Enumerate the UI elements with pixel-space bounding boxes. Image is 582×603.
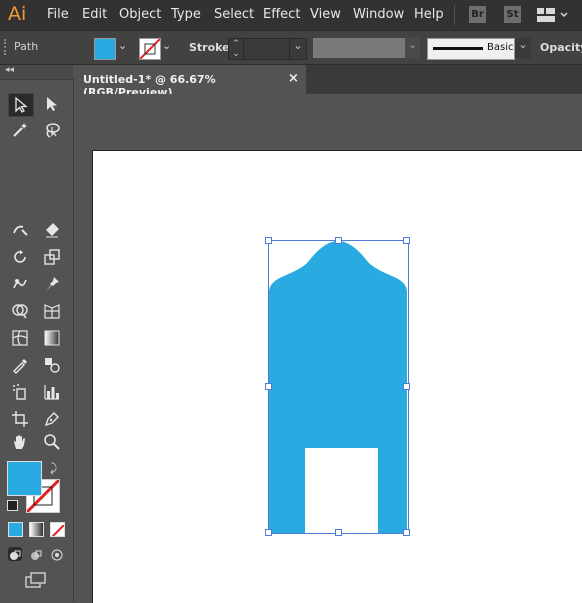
handle-top-middle[interactable] — [335, 237, 342, 244]
handle-middle-right[interactable] — [403, 383, 410, 390]
handle-bottom-left[interactable] — [265, 529, 272, 536]
handle-middle-left[interactable] — [265, 383, 272, 390]
handle-bottom-middle[interactable] — [335, 529, 342, 536]
selection-bounding-box[interactable] — [268, 240, 409, 534]
handle-top-right[interactable] — [403, 237, 410, 244]
fill-swatch[interactable] — [7, 461, 42, 496]
handle-bottom-right[interactable] — [403, 529, 410, 536]
handle-top-left[interactable] — [265, 237, 272, 244]
